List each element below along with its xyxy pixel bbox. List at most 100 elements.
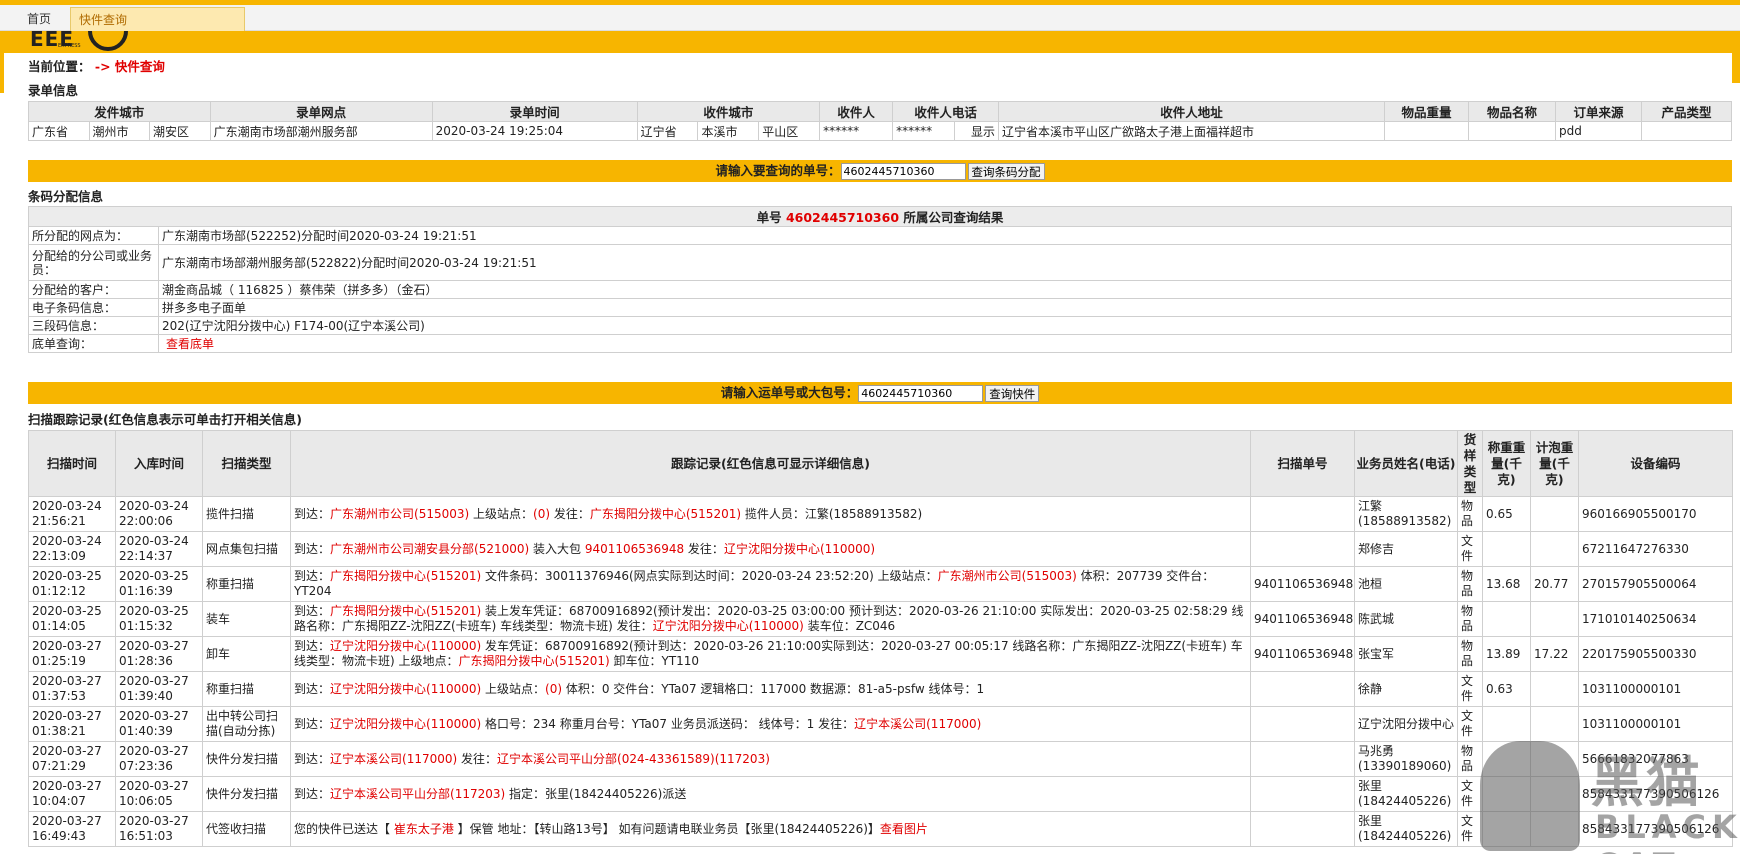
weight: 0.65 — [1482, 496, 1531, 532]
tracking-link[interactable]: 查看图片 — [880, 822, 928, 836]
waybill-query-label: 请输入运单号或大包号： — [720, 385, 859, 400]
barcode-query-input[interactable] — [840, 163, 966, 180]
storage-time: 2020-03-24 22:00:06 — [115, 496, 203, 532]
volume-weight — [1530, 811, 1579, 847]
tracking-link[interactable]: 辽宁本溪公司(117000) — [854, 717, 981, 731]
cell: 潮安区 — [149, 121, 211, 141]
tracking-link[interactable]: 广东潮州市公司(515003) — [938, 569, 1077, 583]
staff-name: 郑修吉 — [1354, 531, 1458, 567]
scan-time: 2020-03-24 22:13:09 — [28, 531, 116, 567]
cell: 辽宁省本溪市平山区广欲路太子港上面福祥超市 — [998, 121, 1385, 141]
tracking-text: 上级站点： — [481, 681, 546, 696]
volume-weight — [1530, 601, 1579, 637]
scan-time: 2020-03-27 01:37:53 — [28, 671, 116, 707]
staff-name: 张宝军 — [1354, 636, 1458, 672]
tracking-text: 】保管 地址：【转山路13号】 如有问题请电联业务员【张里(1842440522… — [453, 821, 880, 836]
staff-name: 池桓 — [1354, 566, 1458, 602]
tracking-link[interactable]: 广东揭阳分拨中心(515201) — [590, 507, 741, 521]
tracking-text: 发往： — [684, 541, 724, 556]
scan-number — [1250, 811, 1355, 847]
scan-type: 称重扫描 — [202, 671, 291, 707]
storage-time: 2020-03-27 10:06:05 — [115, 776, 203, 812]
goods-type: 文件 — [1457, 706, 1483, 742]
scan-number — [1250, 706, 1355, 742]
tracking-record: 到达：辽宁沈阳分拨中心(110000) 发车凭证：68700916892(预计到… — [290, 636, 1251, 672]
waybill-query-button[interactable]: 查询快件 — [985, 385, 1040, 402]
weight: 13.89 — [1482, 636, 1531, 672]
scan-header: 扫描单号 — [1250, 430, 1355, 497]
entry-header: 收件人电话 — [892, 101, 999, 122]
tracking-text: 到达： — [294, 506, 331, 521]
goods-type: 文件 — [1457, 531, 1483, 567]
tracking-link[interactable]: 辽宁本溪公司平山分部(024-43361589)(117203) — [497, 752, 770, 766]
tracking-link[interactable]: 辽宁沈阳分拨中心(110000) — [330, 717, 481, 731]
entry-section-title: 录单信息 — [28, 83, 79, 98]
company-logo: EEE EXPRESS — [28, 31, 138, 53]
tracking-text: 发往： — [457, 751, 498, 766]
tracking-text: 到达： — [294, 541, 331, 556]
tracking-text: 到达： — [294, 569, 331, 583]
tracking-text: 装车位：ZC046 — [803, 619, 896, 633]
scan-number: 9401106536948 — [1250, 636, 1355, 672]
goods-type: 文件 — [1457, 671, 1483, 707]
tracking-link[interactable]: 广东揭阳分拨中心(515201) — [330, 569, 481, 583]
tab-home[interactable]: 首页 — [8, 7, 70, 31]
table-row: 2020-03-27 01:37:53 2020-03-27 01:39:40 称重… — [28, 671, 1733, 707]
scan-time: 2020-03-25 01:12:12 — [28, 566, 116, 602]
table-row: 分配给的客户： 潮金商品城（ 116825 ）蔡伟荣（拼多多）（金石） — [28, 280, 1732, 299]
scan-type: 称重扫描 — [202, 566, 291, 602]
scan-header: 设备编码 — [1578, 430, 1733, 497]
volume-weight — [1530, 671, 1579, 707]
cell: 广东省 — [28, 121, 90, 141]
cell: 2020-03-24 19:25:04 — [431, 121, 638, 141]
weight: 0.63 — [1482, 671, 1531, 707]
scan-number — [1250, 531, 1355, 567]
cell: 平山区 — [758, 121, 821, 141]
tracking-link[interactable]: 广东揭阳分拨中心(515201) — [459, 654, 610, 668]
tracking-link[interactable]: 辽宁本溪公司(117000) — [330, 752, 457, 766]
weight — [1482, 531, 1531, 567]
table-row: 底单查询： 查看底单 — [28, 334, 1732, 353]
tab-express-query[interactable]: 快件查询8000049945911× — [70, 7, 245, 51]
entry-header: 发件城市 — [28, 101, 211, 122]
tracking-link[interactable]: 广东揭阳分拨中心(515201) — [330, 604, 481, 618]
waybill-query-bar: 请输入运单号或大包号： 查询快件 — [28, 382, 1732, 404]
volume-weight — [1530, 741, 1579, 777]
tracking-link[interactable]: (0) — [545, 682, 562, 696]
tracking-link[interactable]: (0) — [533, 507, 550, 521]
code-value: 广东潮南市场部潮州服务部(522822)分配时间2020-03-24 19:21… — [158, 244, 1732, 281]
tracking-link[interactable]: 辽宁本溪公司平山分部(117203) — [330, 787, 505, 801]
cell: 本溪市 — [697, 121, 760, 141]
cell: ****** — [892, 121, 955, 141]
tracking-link[interactable]: 9401106536948 — [585, 542, 684, 556]
tracking-link[interactable]: 辽宁沈阳分拨中心(110000) — [653, 619, 804, 633]
scan-type: 装车 — [202, 601, 291, 637]
tracking-record: 到达：辽宁沈阳分拨中心(110000) 上级站点：(0) 体积：0 交件台：YT… — [290, 671, 1251, 707]
waybill-query-input[interactable] — [858, 385, 984, 402]
tracking-link[interactable]: 辽宁沈阳分拨中心(110000) — [724, 542, 875, 556]
scan-number — [1250, 671, 1355, 707]
table-row: 电子条码信息： 拼多多电子面单 — [28, 298, 1732, 317]
tracking-text: 文件条码：30011376946(网点实际到达时间：2020-03-24 23:… — [481, 569, 938, 583]
barcode-query-bar: 请输入要查询的单号： 查询条码分配 — [28, 160, 1732, 182]
table-row: 2020-03-27 01:38:21 2020-03-27 01:40:39 出中… — [28, 706, 1733, 742]
tracking-link[interactable]: 广东潮州市公司(515003) — [330, 507, 469, 521]
view-bottom-slip-link[interactable]: 查看底单 — [166, 337, 214, 351]
show-phone-link[interactable]: 显示 — [953, 121, 1000, 141]
tracking-link[interactable]: 广东潮州市公司潮安县分部(521000) — [330, 542, 529, 556]
breadcrumb-path[interactable]: -> 快件查询 — [95, 59, 165, 74]
tracking-text: 到达： — [294, 639, 331, 653]
scan-number — [1250, 496, 1355, 532]
weight — [1482, 741, 1531, 777]
scan-type: 快件分发扫描 — [202, 776, 291, 812]
tracking-link[interactable]: 崔东太子港 — [394, 822, 454, 836]
staff-name: 张里(18424405226) — [1354, 776, 1458, 812]
barcode-query-button[interactable]: 查询条码分配 — [967, 163, 1045, 180]
entry-header: 收件人 — [819, 101, 894, 122]
scan-time: 2020-03-25 01:14:05 — [28, 601, 116, 637]
code-key: 三段码信息： — [28, 316, 159, 335]
tracking-link[interactable]: 辽宁沈阳分拨中心(110000) — [330, 639, 481, 653]
tracking-link[interactable]: 辽宁沈阳分拨中心(110000) — [330, 682, 481, 696]
scan-time: 2020-03-27 07:21:29 — [28, 741, 116, 777]
cell — [1468, 121, 1556, 141]
